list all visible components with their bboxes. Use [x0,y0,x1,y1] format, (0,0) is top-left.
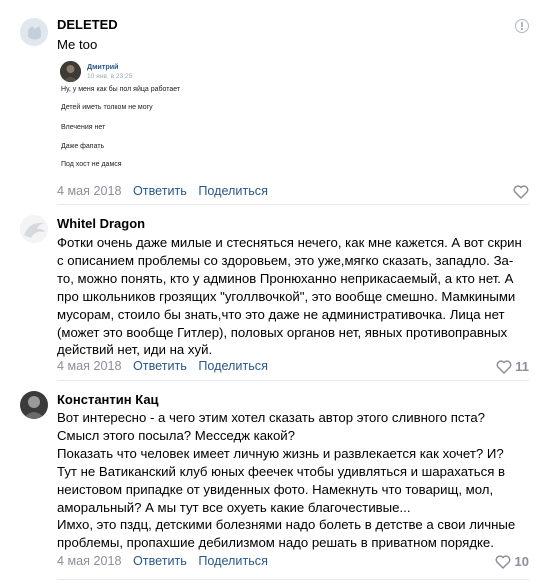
comment-date[interactable]: 4 мая 2018 [57,554,122,568]
person-photo-icon [20,391,48,419]
comment-meta: 4 мая 2018 Ответить Поделиться [57,359,268,373]
avatar[interactable] [20,215,48,243]
share-button[interactable]: Поделиться [198,184,268,198]
reply-button[interactable]: Ответить [133,554,187,568]
quoted-screenshot: Дмитрий 10 янв. в 23:25 Ну, у меня как б… [57,61,257,181]
reply-button[interactable]: Ответить [133,359,187,373]
comment-author[interactable]: Whitel Dragon [57,216,145,231]
like-button[interactable]: 10 [495,554,529,569]
comment-text: Фотки очень даже милые и стесняться нече… [57,235,522,358]
quote-line: Ну, у меня как бы пол яйца работает [61,86,181,93]
quote-line: Даже фапать [61,143,105,150]
comment-meta: 4 мая 2018 Ответить Поделиться [57,184,268,198]
comment: DELETED Me too Дмитрий 10 янв. в 23:25 Н… [0,0,551,205]
quote-line: Влечения нет [61,124,106,131]
comment-meta: 4 мая 2018 Ответить Поделиться [57,554,268,568]
like-button[interactable] [513,184,529,199]
avatar [60,61,81,82]
like-count: 10 [514,554,529,569]
like-count: 11 [515,359,529,374]
divider [57,579,529,580]
more-icon[interactable] [515,19,529,33]
share-button[interactable]: Поделиться [198,554,268,568]
reply-button[interactable]: Ответить [133,184,187,198]
comment-text: Me too [57,37,98,52]
quote-time: 10 янв. в 23:25 [87,73,133,80]
comment-author[interactable]: Константин Кац [57,392,159,407]
dog-avatar-icon [20,18,48,46]
comment-date[interactable]: 4 мая 2018 [57,359,122,373]
comment-author[interactable]: DELETED [57,17,118,32]
share-button[interactable]: Поделиться [198,359,268,373]
quote-line: Детей иметь толком не могу [61,104,153,111]
heart-icon [496,360,512,374]
person-photo-icon [60,61,81,82]
heart-icon [495,555,511,569]
dragon-avatar-icon [20,215,48,243]
comment: Whitel Dragon Фотки очень даже милые и с… [0,205,551,381]
heart-icon [513,185,529,199]
comment-date[interactable]: 4 мая 2018 [57,184,122,198]
avatar[interactable] [20,391,48,419]
quote-line: Под хост не дамся [61,161,122,168]
like-button[interactable]: 11 [496,359,529,374]
avatar[interactable] [20,18,48,46]
comment: Константин Кац Вот интересно - а чего эт… [0,380,551,585]
comment-text: Вот интересно - а чего этим хотел сказат… [57,410,516,551]
quote-author: Дмитрий [87,62,119,71]
